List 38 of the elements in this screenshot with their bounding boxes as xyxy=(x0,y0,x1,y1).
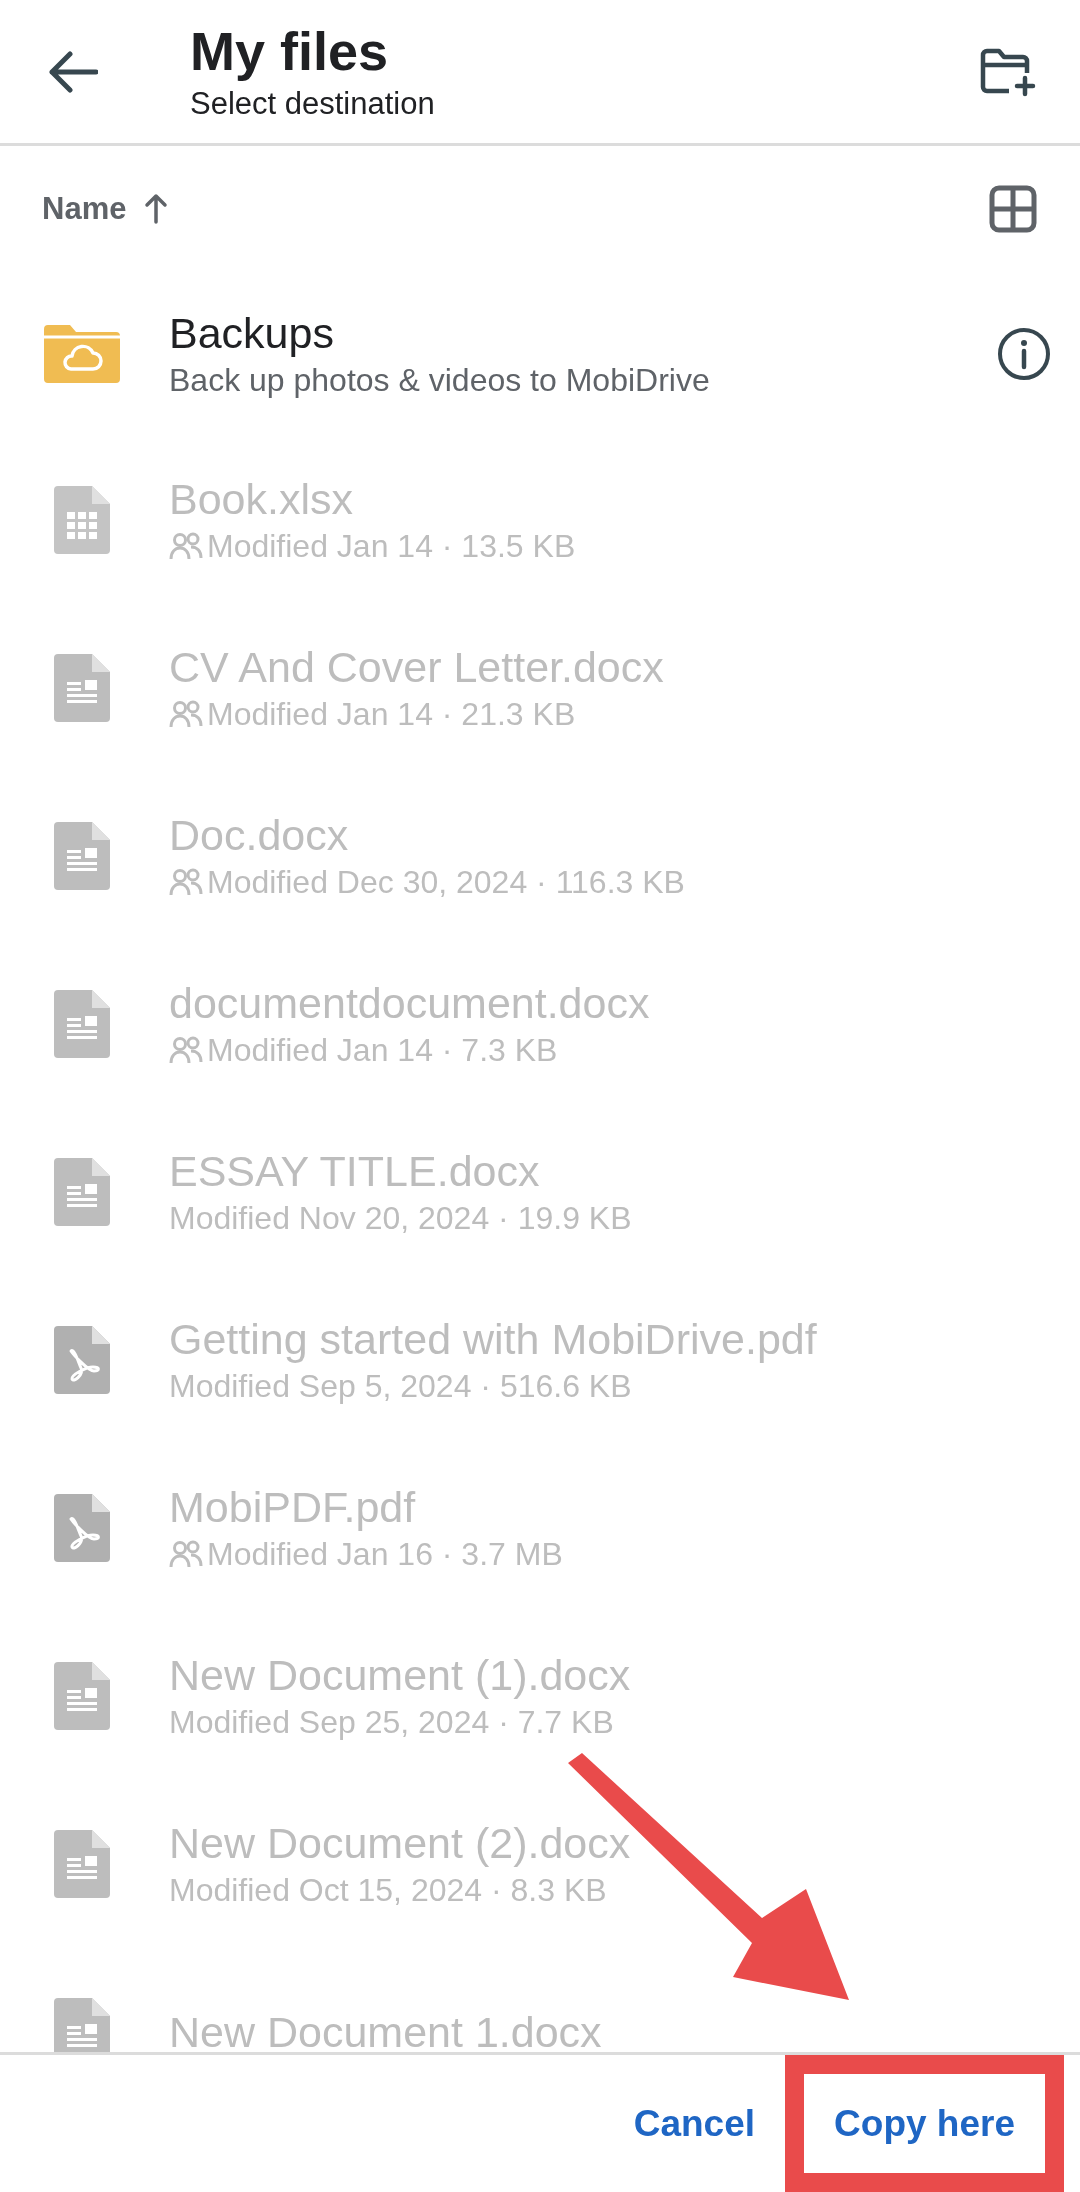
spreadsheet-icon xyxy=(53,486,110,554)
file-name: New Document (2).docx xyxy=(169,1818,632,1869)
info-button[interactable] xyxy=(996,326,1052,382)
file-details: Modified Jan 14 · 7.3 KB xyxy=(207,1031,558,1070)
dialog-button[interactable]: Copy here xyxy=(824,2081,1025,2166)
file-name: documentdocument.docx xyxy=(169,978,651,1029)
file-details: Modified Sep 25, 2024 · 7.7 KB xyxy=(169,1703,614,1742)
document-icon xyxy=(53,1158,110,1226)
file-name: Doc.docx xyxy=(169,810,350,861)
document-icon xyxy=(53,822,110,890)
screen-title: My files xyxy=(190,19,390,83)
file-name: New Document (1).docx xyxy=(169,1650,632,1701)
file-details: Modified Jan 16 · 3.7 MB xyxy=(207,1535,563,1574)
document-icon xyxy=(53,990,110,1058)
file-name: Book.xlsx xyxy=(169,474,354,525)
file-name: New Document 1.docx xyxy=(169,2007,603,2052)
document-icon xyxy=(53,1830,110,1898)
file-details: Modified Oct 15, 2024 · 8.3 KB xyxy=(169,1871,607,1910)
file-details: Back up photos & videos to MobiDrive xyxy=(169,361,710,400)
file-name: CV And Cover Letter.docx xyxy=(169,642,665,693)
file-details: Modified Sep 5, 2024 · 516.6 KB xyxy=(169,1367,632,1406)
file-details: Modified Dec 30, 2024 · 116.3 KB xyxy=(207,863,685,902)
file-details: Modified Nov 20, 2024 · 19.9 KB xyxy=(169,1199,632,1238)
file-name: MobiPDF.pdf xyxy=(169,1482,417,1533)
file-details: Modified Jan 14 · 21.3 KB xyxy=(207,695,576,734)
cloud-folder-icon xyxy=(43,325,120,383)
pdf-icon xyxy=(53,1494,110,1562)
pdf-icon xyxy=(53,1326,110,1394)
sort-button[interactable]: Name xyxy=(42,185,169,233)
file-details: Modified Jan 14 · 13.5 KB xyxy=(207,527,576,566)
file-name: Getting started with MobiDrive.pdf xyxy=(169,1314,818,1365)
file-name: ESSAY TITLE.docx xyxy=(169,1146,541,1197)
file-name: Backups xyxy=(169,308,335,359)
document-icon xyxy=(53,1662,110,1730)
grid-view-button[interactable] xyxy=(988,184,1038,234)
dialog-button[interactable]: Cancel xyxy=(623,2081,766,2166)
screen-subtitle: Select destination xyxy=(190,84,436,123)
document-icon xyxy=(53,654,110,722)
